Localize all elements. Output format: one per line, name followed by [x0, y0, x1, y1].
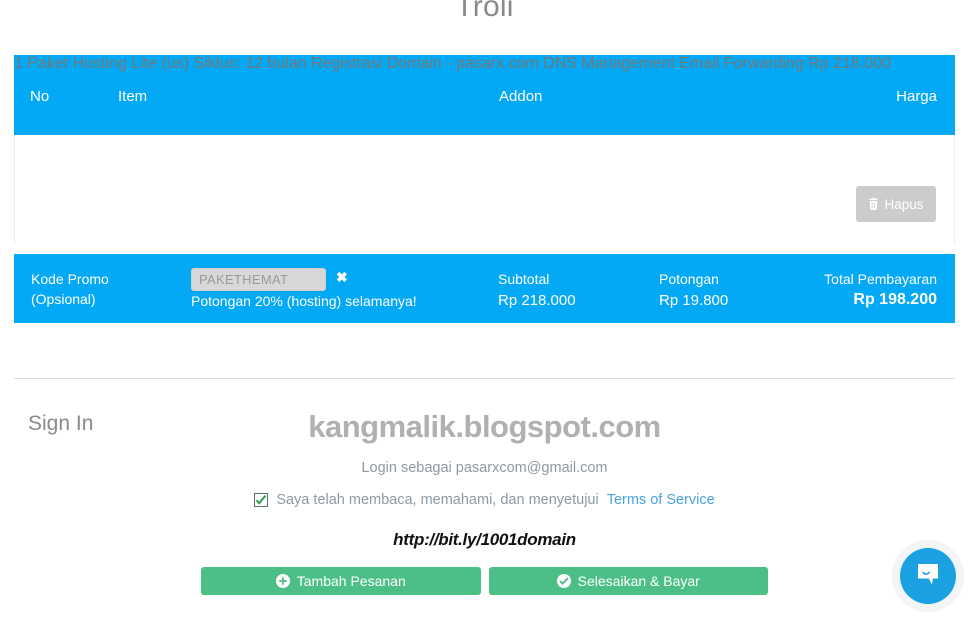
promo-label-line2: (Opsional) [31, 291, 96, 307]
item-price: Rp 218.000 [808, 55, 891, 72]
subtotal-value: Rp 218.000 [498, 292, 576, 309]
terms-agreement-row: Saya telah membaca, memahami, dan menyet… [0, 492, 969, 508]
promo-note: Potongan 20% (hosting) selamanya! [191, 293, 417, 309]
total-label: Total Pembayaran [824, 271, 937, 287]
terms-of-service-link[interactable]: Terms of Service [607, 492, 715, 508]
login-as-text: Login sebagai pasarxcom@gmail.com [361, 460, 608, 476]
total-value: Rp 198.200 [853, 291, 937, 308]
watermark-site: kangmalik.blogspot.com [308, 409, 661, 444]
check-circle-icon [556, 574, 571, 588]
delete-item-button[interactable]: Hapus [856, 186, 936, 222]
promo-label-line1: Kode Promo [31, 271, 109, 287]
checkout-label: Selesaikan & Bayar [577, 573, 700, 589]
plus-circle-icon [275, 574, 290, 588]
add-order-label: Tambah Pesanan [296, 573, 406, 589]
watermark-shortlink: http://bit.ly/1001domain [393, 530, 576, 549]
action-buttons: Tambah Pesanan Selesaikan & Bayar [201, 567, 768, 595]
terms-text: Saya telah membaca, memahami, dan menyet… [276, 492, 599, 508]
discount-value: Rp 19.800 [659, 292, 729, 309]
addon-dns: DNS Management [543, 55, 675, 72]
subtotal-label: Subtotal [498, 271, 550, 287]
item-cycle: Siklus: 12 bulan [193, 55, 307, 72]
discount-label: Potongan [659, 271, 719, 287]
delete-item-label: Hapus [884, 196, 924, 212]
terms-checkbox[interactable] [254, 493, 269, 507]
promo-summary-bar: Kode Promo (Opsional) ✖ Potongan 20% (ho… [14, 254, 955, 323]
item-name: Paket Hosting Lite (us) [27, 55, 190, 72]
promo-code-input[interactable] [191, 268, 326, 291]
section-divider [14, 378, 955, 379]
trash-icon [868, 198, 879, 210]
close-x-icon[interactable]: ✖ [336, 270, 348, 284]
chat-bubble-smile-icon [915, 561, 941, 592]
addon-email: Email Forwarding [679, 55, 804, 72]
chat-launcher-button[interactable] [900, 548, 956, 604]
item-domain: Registrasi Domain - pasarx.com [311, 55, 539, 72]
checkout-button[interactable]: Selesaikan & Bayar [488, 567, 768, 595]
page-title: Troli [455, 0, 514, 23]
add-order-button[interactable]: Tambah Pesanan [201, 567, 481, 595]
row-number: 1 [14, 55, 23, 72]
